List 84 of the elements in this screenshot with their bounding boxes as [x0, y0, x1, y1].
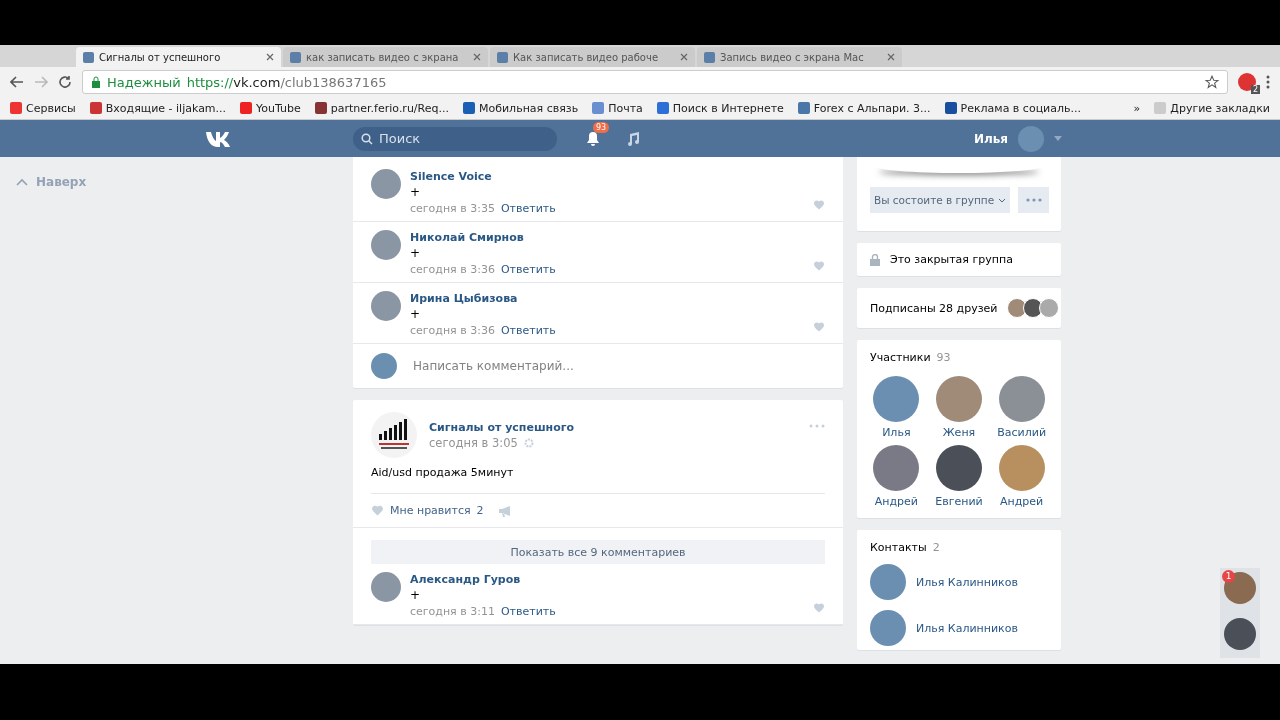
bookmark[interactable]: Forex с Альпари. 3...: [797, 101, 931, 115]
site-icon: [290, 51, 301, 63]
unread-count: 1: [1222, 570, 1235, 583]
search-field[interactable]: Поиск: [353, 126, 557, 151]
comment-text: +: [410, 307, 421, 322]
site-icon: [497, 51, 508, 63]
members-title[interactable]: Участники: [870, 351, 931, 364]
address-bar[interactable]: Надежный https://vk.com/club138637165: [82, 70, 1228, 94]
contacts-title[interactable]: Контакты: [870, 541, 927, 554]
more-button[interactable]: [1018, 187, 1050, 213]
comment-text: +: [410, 588, 421, 603]
search-icon: [361, 132, 373, 145]
bookmarks-folder[interactable]: Другие закладки: [1154, 101, 1270, 115]
comment-author[interactable]: Александр Гуров: [410, 572, 521, 587]
music-icon[interactable]: [625, 130, 641, 147]
comment-time: сегодня в 3:36: [410, 262, 495, 277]
browser-tab[interactable]: Запись видео с экрана Mac: [697, 47, 902, 67]
group-logo[interactable]: [371, 412, 417, 458]
chat-avatar[interactable]: [1224, 572, 1256, 604]
secure-label: Надежный: [107, 74, 181, 90]
user-avatar[interactable]: [371, 572, 401, 602]
back-icon[interactable]: [10, 75, 24, 89]
browser-tab[interactable]: как записать видео с экрана: [283, 47, 488, 67]
membership-button[interactable]: Вы состоите в группе: [870, 187, 1011, 213]
chat-avatar[interactable]: [1224, 618, 1256, 650]
reply-link[interactable]: Ответить: [500, 323, 556, 338]
dots-icon: [809, 424, 825, 428]
site-icon: [83, 51, 94, 63]
close-icon[interactable]: [887, 53, 895, 61]
comment-time: сегодня в 3:36: [410, 323, 495, 338]
url-text: https://vk.com/club138637165: [186, 74, 387, 90]
comment-time: сегодня в 3:35: [410, 201, 495, 216]
comment-author[interactable]: Николай Смирнов: [410, 230, 524, 245]
reply-link[interactable]: Ответить: [500, 201, 556, 216]
contacts-count: 2: [932, 541, 940, 554]
reply-link[interactable]: Ответить: [500, 262, 556, 277]
close-icon[interactable]: [680, 53, 688, 61]
reply-link[interactable]: Ответить: [500, 604, 556, 619]
user-name[interactable]: Илья: [973, 131, 1008, 146]
like-button[interactable]: Мне нравится 2: [371, 504, 484, 517]
user-avatar: [371, 353, 397, 379]
post-time: сегодня в 3:05: [429, 435, 518, 450]
user-avatar[interactable]: [371, 230, 401, 260]
post-text: Aid/usd продажа 5минут: [370, 465, 515, 481]
closed-group-label: Это закрытая группа: [890, 253, 1013, 266]
bookmark[interactable]: Почта: [592, 101, 643, 115]
bookmark[interactable]: Поиск в Интернете: [656, 101, 784, 115]
comment-time: сегодня в 3:11: [410, 604, 495, 619]
caret-icon[interactable]: [1054, 136, 1062, 141]
bell-icon[interactable]: [585, 130, 601, 147]
more-bookmarks[interactable]: »: [1133, 101, 1141, 115]
browser-tab[interactable]: Как записать видео рабоче: [490, 47, 695, 67]
lock-icon: [91, 76, 101, 88]
bookmark[interactable]: Сервисы: [10, 101, 76, 115]
user-avatar[interactable]: [371, 291, 401, 321]
show-all-comments-button[interactable]: Показать все 9 комментариев: [371, 540, 825, 564]
contact[interactable]: Илья Калинников: [857, 558, 1061, 604]
menu-icon[interactable]: [1266, 75, 1270, 89]
browser-tab[interactable]: Сигналы от успешного: [76, 47, 281, 67]
bookmark[interactable]: partner.ferio.ru/Req...: [314, 101, 449, 115]
bookmark[interactable]: Реклама в социаль...: [944, 101, 1081, 115]
close-icon[interactable]: [266, 53, 274, 61]
reload-icon[interactable]: [58, 75, 72, 89]
comment-author[interactable]: Silence Voice: [410, 169, 492, 184]
lock-icon: [870, 253, 880, 266]
caret-icon: [998, 197, 1007, 203]
post-author[interactable]: Сигналы от успешного: [429, 420, 575, 434]
heart-icon: [371, 504, 384, 517]
members-count: 93: [936, 351, 951, 364]
site-icon: [704, 51, 715, 63]
contact[interactable]: Илья Калинников: [857, 604, 1061, 650]
bookmark[interactable]: Мобильная связь: [462, 101, 579, 115]
bookmark[interactable]: YouTube: [240, 101, 301, 115]
comment-text: +: [410, 185, 421, 200]
dots-icon: [1025, 198, 1042, 202]
user-avatar[interactable]: [371, 169, 401, 199]
friend-avatars[interactable]: [1007, 298, 1060, 318]
comment-author[interactable]: Ирина Цыбизова: [410, 291, 518, 306]
chevron-up-icon: [16, 178, 28, 186]
star-icon[interactable]: [1205, 75, 1219, 89]
bookmark[interactable]: Входящие - iljakam...: [89, 101, 227, 115]
notification-count: 93: [593, 121, 610, 133]
close-icon[interactable]: [473, 53, 481, 61]
comment-text: +: [410, 246, 421, 261]
